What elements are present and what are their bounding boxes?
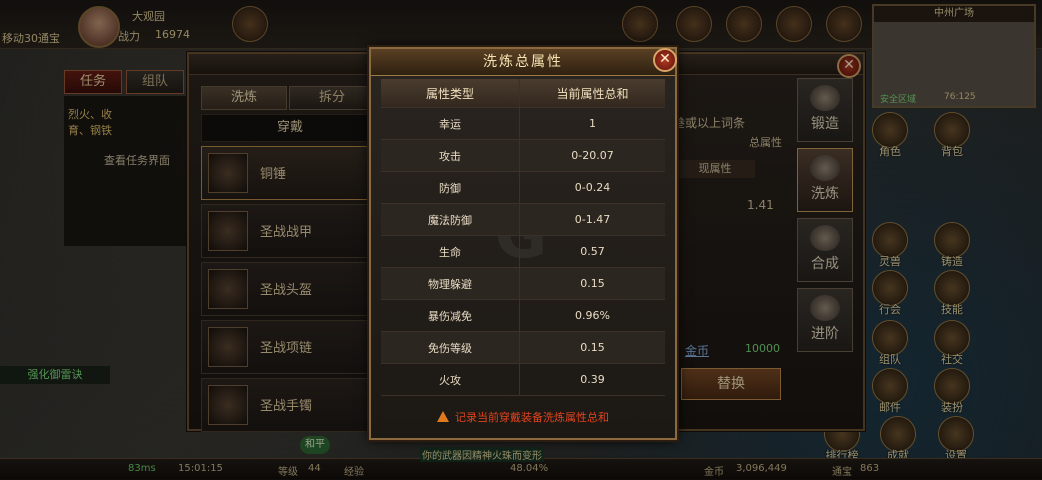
refine-total-modal: 洗炼总属性 ✕ G 属性类型 当前属性总和 幸运 1 攻击 0-20.07 防御 0-… <box>369 47 677 440</box>
table-header: 属性类型 当前属性总和 <box>381 79 665 108</box>
table-row: 生命 0.57 <box>381 236 665 268</box>
column-header-total: 当前属性总和 <box>556 86 629 101</box>
attribute-table: 属性类型 当前属性总和 幸运 1 攻击 0-20.07 防御 0-0.24 魔法防御 0… <box>381 79 665 396</box>
table-row: 防御 0-0.24 <box>381 172 665 204</box>
modal-title: 洗炼总属性 <box>371 49 675 76</box>
column-header-type: 属性类型 <box>381 79 520 107</box>
table-row: 物理躲避 0.15 <box>381 268 665 300</box>
table-row: 免伤等级 0.15 <box>381 332 665 364</box>
note-text: 记录当前穿戴装备洗炼属性总和 <box>455 411 609 424</box>
table-row: 攻击 0-20.07 <box>381 140 665 172</box>
table-row: 幸运 1 <box>381 108 665 140</box>
modal-note: 记录当前穿戴装备洗炼属性总和 <box>371 405 675 431</box>
table-row: 火攻 0.39 <box>381 364 665 396</box>
modal-close-button[interactable]: ✕ <box>653 48 677 72</box>
warning-icon <box>437 411 449 422</box>
table-row: 暴伤减免 0.96% <box>381 300 665 332</box>
table-row: 魔法防御 0-1.47 <box>381 204 665 236</box>
